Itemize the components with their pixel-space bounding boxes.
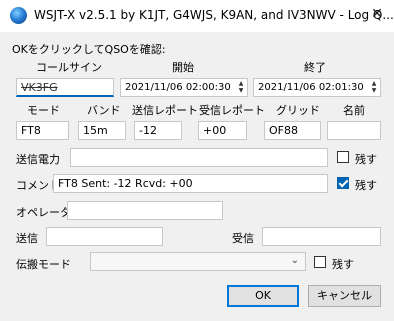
- tx-power-field[interactable]: [70, 148, 328, 167]
- end-label: 終了: [304, 61, 326, 74]
- report-sent-label: 送信レポート: [132, 104, 198, 117]
- window-title: WSJT-X v2.5.1 by K1JT, G4WJS, K9AN, and …: [34, 8, 394, 22]
- received-label: 受信: [232, 232, 254, 245]
- operator-field[interactable]: [67, 201, 223, 220]
- band-label: バンド: [87, 104, 121, 117]
- comments-field[interactable]: FT8 Sent: -12 Rcvd: +00: [53, 174, 328, 193]
- spinner-arrows-icon[interactable]: ▲ ▼: [369, 80, 379, 95]
- wsjtx-globe-icon: [10, 7, 27, 24]
- start-time-value: 2021/11/06 02:00:30: [125, 82, 231, 93]
- grid-label: グリッド: [276, 104, 320, 117]
- mode-label: モード: [27, 104, 60, 117]
- report-rcvd-field[interactable]: +00: [198, 121, 247, 140]
- log-qso-dialog: WSJT-X v2.5.1 by K1JT, G4WJS, K9AN, and …: [0, 0, 394, 321]
- tx-power-retain-label: 残す: [355, 153, 377, 166]
- operator-label: オペレータ: [16, 206, 71, 219]
- sent-field[interactable]: [46, 227, 163, 246]
- propagation-mode-label: 伝搬モード: [16, 258, 71, 271]
- callsign-label: コールサイン: [36, 61, 102, 74]
- tx-power-label: 送信電力: [16, 153, 60, 166]
- propagation-mode-value: [91, 253, 95, 266]
- comments-retain-label: 残す: [355, 179, 377, 192]
- spinner-arrows-icon[interactable]: ▲ ▼: [236, 80, 246, 95]
- band-field[interactable]: 15m: [78, 121, 126, 140]
- name-field[interactable]: [327, 121, 381, 140]
- report-sent-field[interactable]: -12: [134, 121, 182, 140]
- start-label: 開始: [172, 61, 194, 74]
- propagation-retain-checkbox[interactable]: [314, 256, 326, 268]
- sent-label: 送信: [16, 232, 38, 245]
- tx-power-retain-checkbox[interactable]: [337, 151, 349, 163]
- callsign-field[interactable]: VK3FG: [16, 78, 114, 97]
- name-label: 名前: [343, 104, 365, 117]
- start-time-field[interactable]: 2021/11/06 02:00:30 ▲ ▼: [120, 78, 248, 97]
- cancel-button[interactable]: キャンセル: [308, 285, 381, 307]
- received-field[interactable]: [262, 227, 381, 246]
- close-icon[interactable]: ✕: [370, 6, 384, 22]
- end-time-value: 2021/11/06 02:01:30: [258, 82, 364, 93]
- mode-field[interactable]: FT8: [16, 121, 69, 140]
- instruction-label: OKをクリックしてQSOを確認:: [12, 43, 166, 56]
- propagation-mode-select[interactable]: ⌄: [90, 252, 306, 271]
- title-bar: WSJT-X v2.5.1 by K1JT, G4WJS, K9AN, and …: [0, 0, 394, 32]
- callsign-value: VK3FG: [21, 81, 58, 94]
- end-time-field[interactable]: 2021/11/06 02:01:30 ▲ ▼: [253, 78, 381, 97]
- propagation-retain-label: 残す: [332, 258, 354, 271]
- chevron-down-icon: ⌄: [290, 255, 299, 266]
- report-rcvd-label: 受信レポート: [199, 104, 265, 117]
- comments-retain-checkbox[interactable]: [337, 177, 349, 189]
- ok-button[interactable]: OK: [227, 285, 299, 307]
- grid-field[interactable]: OF88: [264, 121, 321, 140]
